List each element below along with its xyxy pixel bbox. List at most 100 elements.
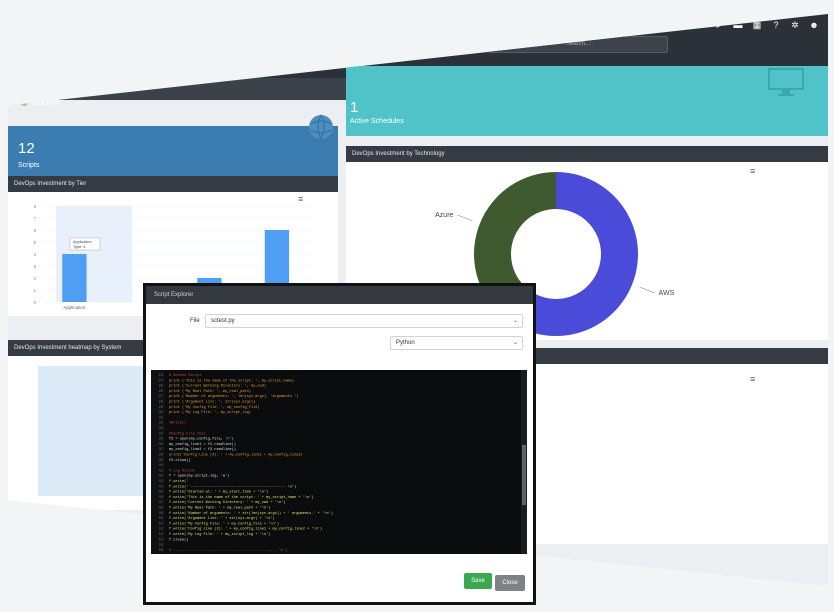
- code-line: f.write('Argument List: ' + str(sys.argv…: [169, 516, 275, 521]
- tier-panel-title: DevOps Investment by Tier: [8, 176, 338, 192]
- code-line: print ('Number of arguments: ', len(sys.…: [169, 394, 298, 399]
- search-input[interactable]: Search...: [488, 36, 668, 53]
- tech-panel-title: DevOps Investment by Technology: [346, 146, 828, 162]
- menu-icon[interactable]: ≡: [12, 98, 17, 107]
- code-line: f2 = open(my_config_file, 'r'): [169, 437, 234, 442]
- line-number: 51: [159, 522, 163, 526]
- bar: [62, 254, 87, 302]
- paper-plane-icon[interactable]: ➤: [714, 20, 724, 30]
- user-icon[interactable]: ☻: [809, 20, 819, 30]
- line-number: 39: [159, 459, 163, 463]
- leaf-logo-icon: ✺: [19, 97, 29, 109]
- line-number: 53: [159, 533, 163, 537]
- brand-logo[interactable]: ≡ ✺ enova: [12, 96, 59, 109]
- chevron-down-icon: ⌄: [512, 318, 518, 324]
- line-number: 41: [159, 469, 163, 473]
- line-number: 50: [159, 517, 163, 521]
- line-number: 30: [159, 411, 163, 415]
- line-number: 27: [159, 395, 163, 399]
- line-number: 46: [159, 496, 163, 500]
- y-tick-label: 7: [33, 216, 36, 221]
- line-number: 29: [159, 406, 163, 410]
- editor-scrollbar[interactable]: [521, 370, 527, 554]
- code-line: # Log Output: [169, 469, 195, 473]
- settings-icon[interactable]: ✲: [790, 20, 800, 30]
- y-tick-label: 4: [33, 252, 36, 257]
- code-line: f.write(' ------------------------------…: [169, 484, 296, 489]
- line-number: 48: [159, 507, 163, 511]
- save-button[interactable]: Save: [464, 573, 492, 589]
- code-line: f.write('My Log File: ' + my_script_log …: [169, 532, 270, 537]
- line-number: 52: [159, 528, 163, 532]
- code-line: f.write('Current Working Directory: ' + …: [169, 500, 285, 505]
- line-number: 31: [159, 416, 163, 420]
- slice-label: AWS: [659, 290, 675, 297]
- code-editor[interactable]: 23 # Access Script 24 print ('This is the n…: [151, 370, 527, 554]
- schedules-tile[interactable]: 1 Active Schedules: [346, 66, 828, 136]
- calendar-icon[interactable]: ▦: [752, 20, 762, 30]
- code-line: # Access Script: [169, 373, 201, 378]
- file-select[interactable]: sctest.py ⌄: [205, 314, 523, 328]
- line-number: 24: [159, 379, 163, 383]
- file-select-value: sctest.py: [211, 318, 235, 324]
- line-number: 43: [159, 480, 163, 484]
- line-number: 38: [159, 454, 163, 458]
- slice-label: Azure: [435, 212, 453, 219]
- chevron-down-icon: ⌄: [512, 340, 518, 346]
- code-line: f.write('This is the name of the script:…: [169, 495, 314, 500]
- monitor-large-icon: [768, 68, 804, 96]
- code-line: f.write('Config Line (2): ' + my_config_…: [169, 527, 322, 532]
- schedules-count: 1: [350, 99, 359, 116]
- line-number: 36: [159, 443, 163, 447]
- code-line: print ('This is the name of the script: …: [169, 378, 294, 383]
- globe-icon: [309, 114, 333, 140]
- monitor-icon[interactable]: ▬: [733, 20, 743, 30]
- language-select[interactable]: Python ⌄: [390, 336, 523, 350]
- file-label: File: [190, 318, 200, 324]
- toolbar-icons: ⌂ ✹ ➤ ▬ ▦ ? ✲ ☻: [676, 20, 819, 30]
- code-line: f.close(): [169, 537, 188, 542]
- code-line: my_config_line2 = f2.readline(): [169, 447, 236, 452]
- code-line: #Write(): [169, 421, 186, 426]
- brand-name: enova: [31, 97, 60, 108]
- gear-cog-icon[interactable]: ✹: [695, 20, 705, 30]
- tooltip-text: Application: [73, 240, 92, 244]
- code-line: print ('Argument List: ', str(sys.argv)): [169, 400, 255, 405]
- slice-leader: [457, 214, 473, 222]
- code-line: print ('My Real Path: ', my_real_path): [169, 389, 251, 394]
- line-number: 23: [159, 374, 163, 378]
- y-tick-label: 1: [33, 288, 36, 293]
- y-tick-label: 8: [33, 204, 36, 209]
- code-line: f2.close(): [169, 458, 191, 463]
- line-number: 45: [159, 491, 163, 495]
- script-explorer-modal: Script Explorer File sctest.py ⌄ Python …: [143, 283, 536, 605]
- line-number: 26: [159, 390, 163, 394]
- y-tick-label: 6: [33, 228, 36, 233]
- line-number: 28: [159, 401, 163, 405]
- help-icon[interactable]: ?: [771, 20, 781, 30]
- code-line: my_config_line1 = f2.readline(): [169, 442, 236, 447]
- home-icon[interactable]: ⌂: [676, 20, 686, 30]
- code-line: f.write('Started at: ' + my_start_time +…: [169, 490, 268, 495]
- line-number: 56: [159, 549, 163, 553]
- code-text: 23 # Access Script 24 print ('This is the n…: [159, 373, 333, 553]
- close-button[interactable]: Close: [495, 575, 525, 591]
- y-tick-label: 3: [33, 264, 36, 269]
- code-line: #Config File Test: [169, 431, 206, 436]
- code-line: f.write('My Real Path: ' + my_real_path …: [169, 506, 270, 511]
- line-number: 54: [159, 538, 163, 542]
- modal-body: File sctest.py ⌄ Python ⌄ 23 # Access Scr…: [146, 304, 533, 602]
- slice-leader: [639, 286, 655, 294]
- line-number: 47: [159, 501, 163, 505]
- code-line: f.write(': [169, 479, 188, 484]
- code-line: print('Config Line (2): ' + my_config_li…: [169, 453, 303, 458]
- x-tick-label: Application: [63, 305, 86, 310]
- line-number: 32: [159, 422, 163, 426]
- language-select-value: Python: [396, 340, 415, 346]
- scripts-label: Scripts: [18, 162, 40, 169]
- scripts-tile[interactable]: 12 Scripts: [8, 114, 338, 176]
- scrollbar-thumb[interactable]: [522, 445, 526, 505]
- line-number: 25: [159, 385, 163, 389]
- modal-title: Script Explorer: [146, 286, 533, 304]
- line-number: 42: [159, 475, 163, 479]
